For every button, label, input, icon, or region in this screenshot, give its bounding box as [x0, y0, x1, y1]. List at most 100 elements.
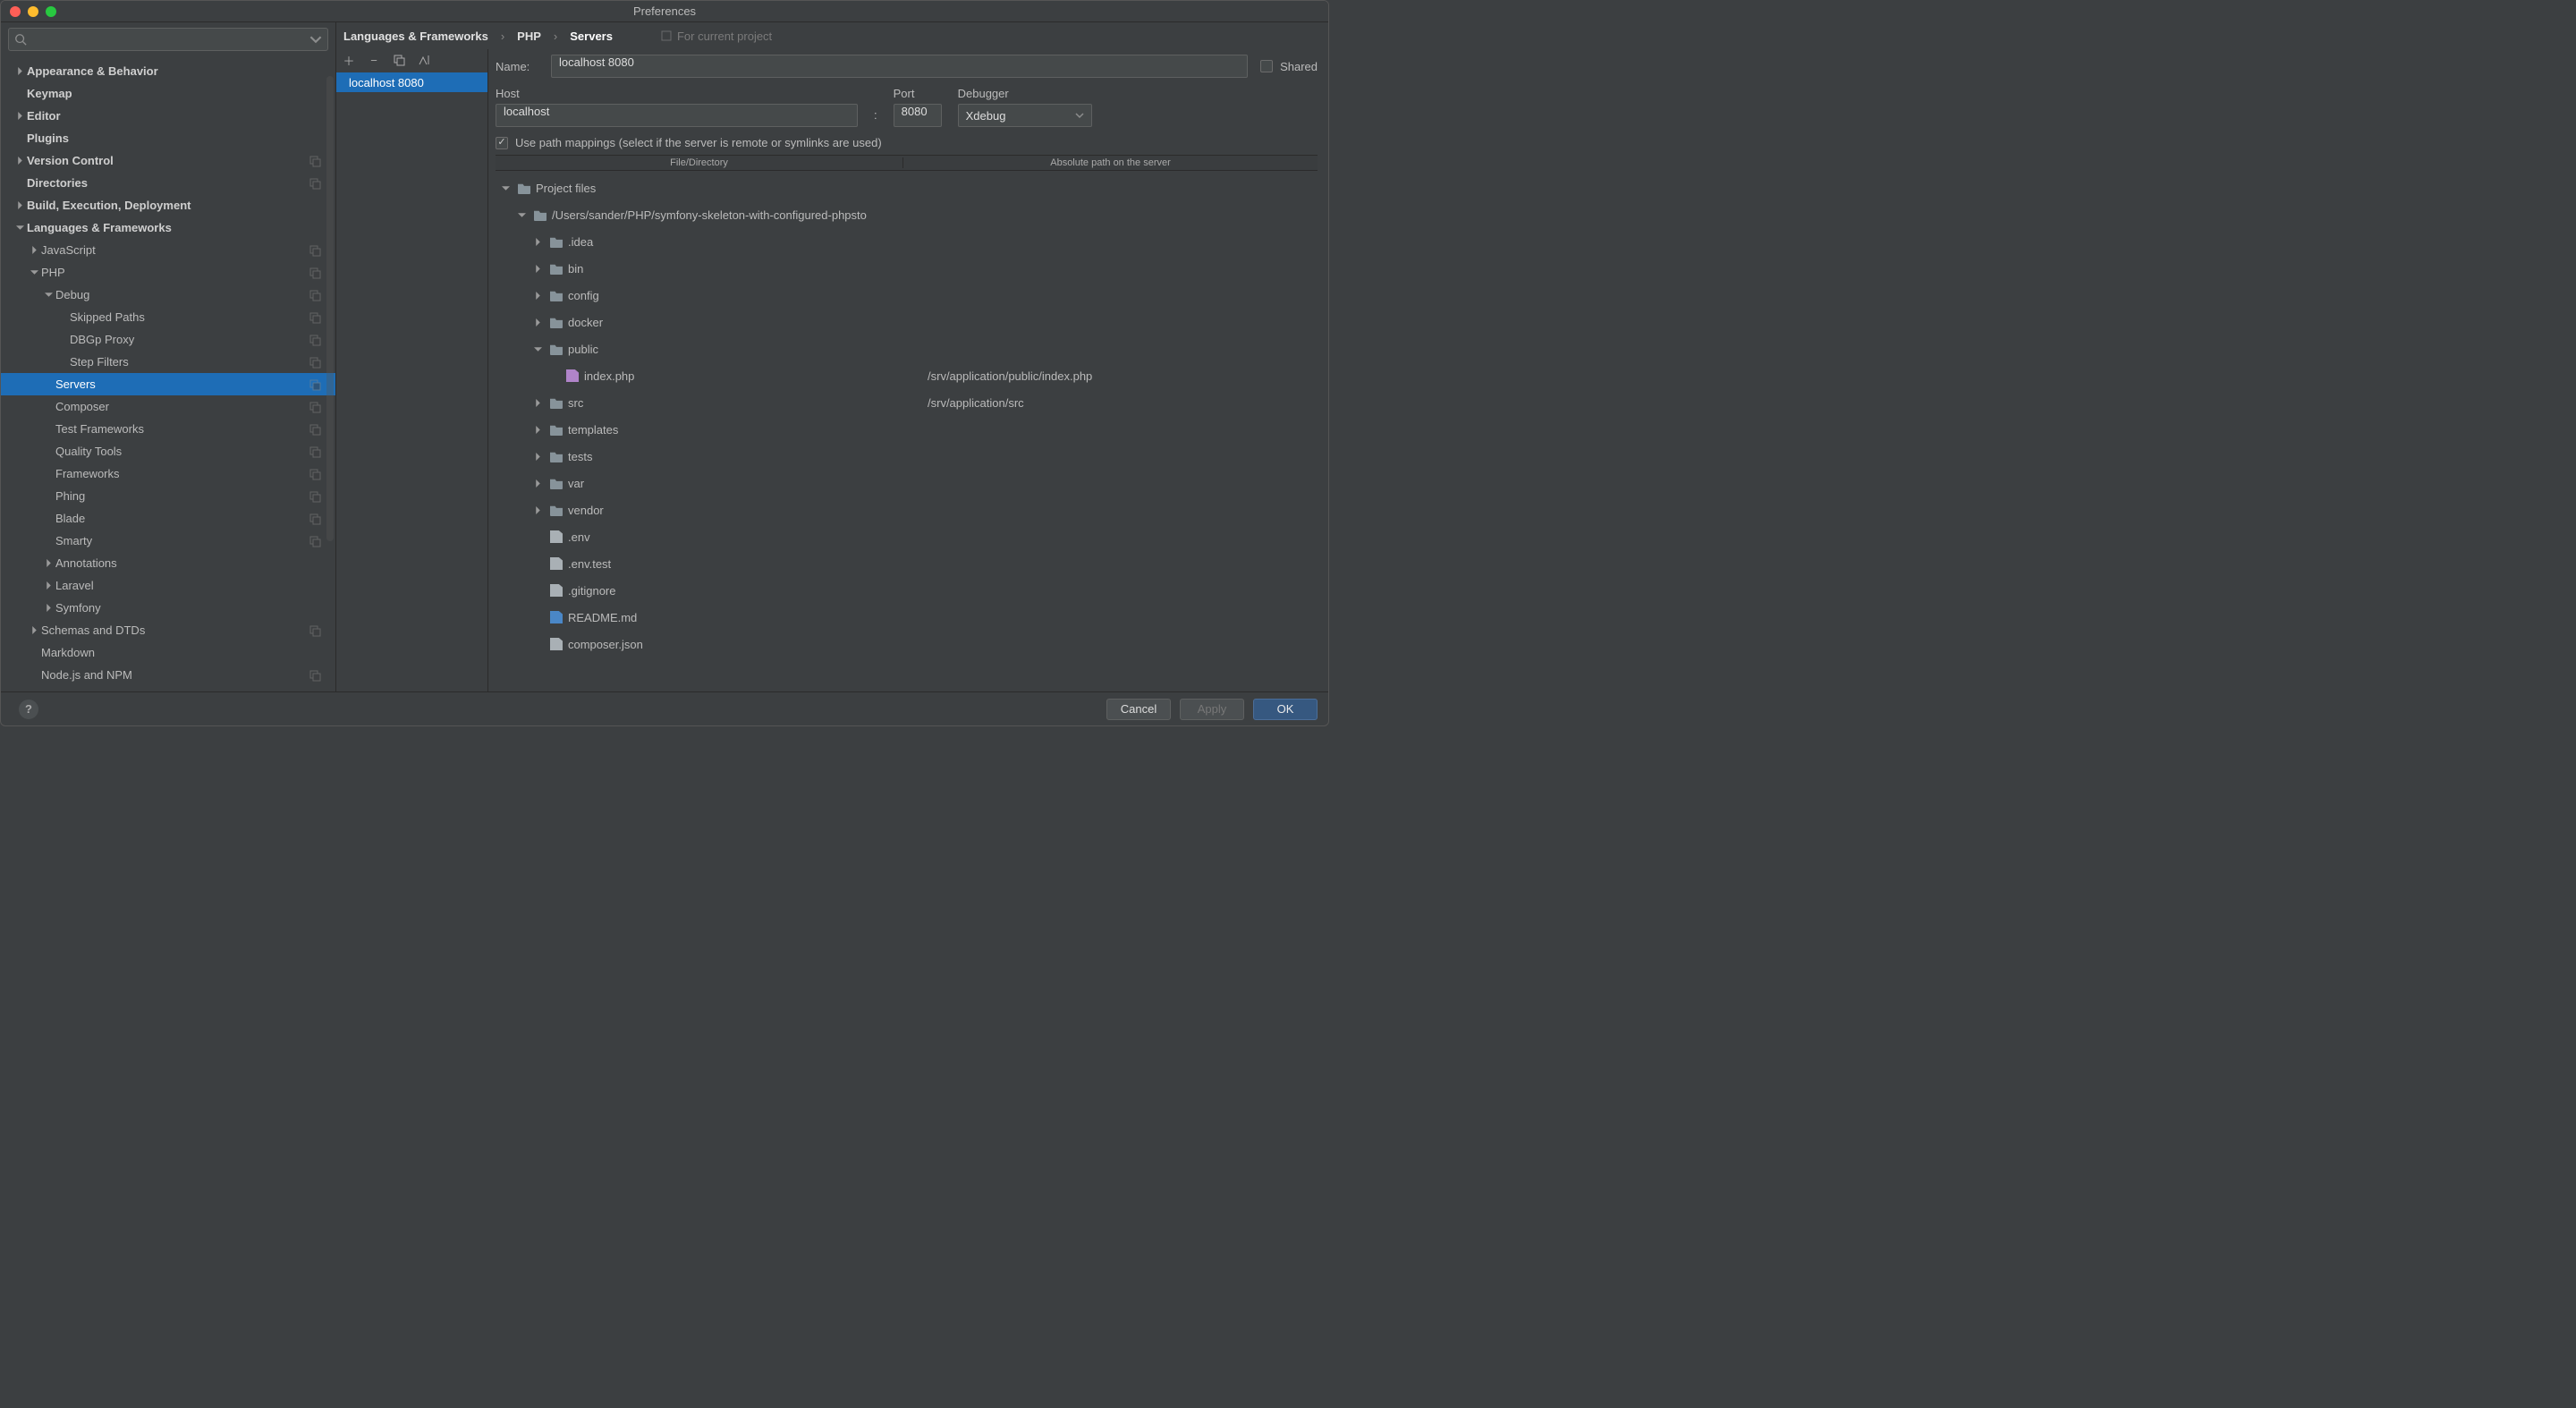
chevron-right-icon [533, 237, 542, 246]
project-scope-icon [309, 311, 321, 324]
sidebar-item[interactable]: Quality Tools [1, 440, 335, 462]
path-tree-row[interactable]: config [496, 282, 1318, 309]
path-tree-row[interactable]: composer.json [496, 631, 1318, 657]
sidebar-item-label: Test Frameworks [55, 422, 144, 436]
sidebar-item[interactable]: ReStructured Text [1, 686, 335, 691]
sidebar-item[interactable]: Debug [1, 284, 335, 306]
sidebar-item-label: Annotations [55, 556, 117, 570]
sidebar-item[interactable]: Keymap [1, 82, 335, 105]
sidebar-item[interactable]: Symfony [1, 597, 335, 619]
sidebar-item[interactable]: Markdown [1, 641, 335, 664]
sidebar-item-label: Directories [27, 176, 88, 190]
port-input[interactable]: 8080 [894, 104, 942, 127]
chevron-down-icon [309, 33, 322, 46]
sidebar-item[interactable]: Build, Execution, Deployment [1, 194, 335, 216]
sidebar-item[interactable]: Step Filters [1, 351, 335, 373]
sidebar-item[interactable]: Directories [1, 172, 335, 194]
path-tree-row[interactable]: src/srv/application/src [496, 389, 1318, 416]
sidebar-item-label: PHP [41, 266, 65, 279]
sidebar-item[interactable]: Skipped Paths [1, 306, 335, 328]
sidebar-item[interactable]: Editor [1, 105, 335, 127]
sidebar-item[interactable]: Version Control [1, 149, 335, 172]
path-tree-row[interactable]: /Users/sander/PHP/symfony-skeleton-with-… [496, 201, 1318, 228]
settings-tree[interactable]: Appearance & Behavior Keymap EditorPlugins… [1, 56, 335, 691]
arrow-spacer [30, 671, 38, 680]
help-button[interactable]: ? [19, 700, 38, 719]
path-tree-row[interactable]: vendor [496, 496, 1318, 523]
sidebar-item-label: Languages & Frameworks [27, 221, 172, 234]
project-scope-icon [309, 356, 321, 369]
path-mappings-tree[interactable]: Project files/Users/sander/PHP/symfony-s… [496, 171, 1318, 691]
path-tree-row[interactable]: templates [496, 416, 1318, 443]
path-tree-row[interactable]: .idea [496, 228, 1318, 255]
path-tree-row[interactable]: docker [496, 309, 1318, 335]
path-mapping-value[interactable]: /srv/application/public/index.php [924, 369, 1318, 383]
sidebar-item[interactable]: Laravel [1, 574, 335, 597]
path-mapping-value[interactable]: /srv/application/src [924, 396, 1318, 410]
arrow-spacer [549, 371, 558, 380]
path-tree-row[interactable]: index.php/srv/application/public/index.p… [496, 362, 1318, 389]
sidebar-item[interactable]: PHP [1, 261, 335, 284]
ok-button[interactable]: OK [1253, 699, 1318, 720]
server-item[interactable]: localhost 8080 [336, 72, 487, 92]
sidebar-item[interactable]: Test Frameworks [1, 418, 335, 440]
remove-button[interactable]: − [367, 53, 381, 67]
sidebar-item[interactable]: Appearance & Behavior [1, 60, 335, 82]
shared-checkbox[interactable] [1260, 60, 1273, 72]
path-tree-row[interactable]: Project files [496, 174, 1318, 201]
crumb-2: Servers [570, 30, 613, 43]
path-tree-label: /Users/sander/PHP/symfony-skeleton-with-… [552, 208, 867, 222]
project-scope-icon [309, 378, 321, 391]
sidebar-item[interactable]: Smarty [1, 530, 335, 552]
markdown-file-icon [550, 611, 563, 623]
sidebar-item[interactable]: JavaScript [1, 239, 335, 261]
debugger-select[interactable]: Xdebug [958, 104, 1092, 127]
sidebar-item[interactable]: Phing [1, 485, 335, 507]
apply-button[interactable]: Apply [1180, 699, 1244, 720]
sidebar-item-label: Symfony [55, 601, 101, 615]
chevron-down-icon [30, 268, 38, 277]
import-button[interactable] [417, 53, 431, 67]
folder-icon [550, 343, 563, 355]
arrow-spacer [44, 447, 53, 456]
sidebar-item[interactable]: Annotations [1, 552, 335, 574]
path-tree-row[interactable]: var [496, 470, 1318, 496]
titlebar: Preferences [1, 1, 1328, 22]
project-scope-icon [309, 155, 321, 167]
add-button[interactable]: ＋ [342, 53, 356, 67]
sidebar-item[interactable]: Composer [1, 395, 335, 418]
arrow-spacer [44, 492, 53, 501]
arrow-spacer [533, 586, 542, 595]
path-tree-label: templates [568, 423, 618, 437]
path-tree-row[interactable]: tests [496, 443, 1318, 470]
sidebar-item-label: Keymap [27, 87, 72, 100]
host-label: Host [496, 87, 858, 100]
path-tree-row[interactable]: .env.test [496, 550, 1318, 577]
path-tree-row[interactable]: public [496, 335, 1318, 362]
use-path-mappings-checkbox[interactable] [496, 137, 508, 149]
crumb-1[interactable]: PHP [517, 30, 541, 43]
crumb-0[interactable]: Languages & Frameworks [343, 30, 488, 43]
sidebar-item[interactable]: Servers [1, 373, 335, 395]
sidebar-item[interactable]: DBGp Proxy [1, 328, 335, 351]
chevron-down-icon [517, 210, 526, 219]
sidebar-item[interactable]: Languages & Frameworks [1, 216, 335, 239]
folder-icon [518, 182, 530, 194]
sidebar-item[interactable]: Frameworks [1, 462, 335, 485]
name-input[interactable]: localhost 8080 [551, 55, 1248, 78]
arrow-spacer [30, 649, 38, 657]
sidebar-item[interactable]: Node.js and NPM [1, 664, 335, 686]
path-tree-label: .env [568, 530, 590, 544]
sidebar-item[interactable]: Blade [1, 507, 335, 530]
search-input[interactable] [8, 28, 328, 51]
cancel-button[interactable]: Cancel [1106, 699, 1171, 720]
sidebar-item[interactable]: Schemas and DTDs [1, 619, 335, 641]
path-tree-row[interactable]: bin [496, 255, 1318, 282]
host-input[interactable]: localhost [496, 104, 858, 127]
path-tree-row[interactable]: README.md [496, 604, 1318, 631]
copy-button[interactable] [392, 53, 406, 67]
sidebar-item[interactable]: Plugins [1, 127, 335, 149]
path-tree-row[interactable]: .gitignore [496, 577, 1318, 604]
path-tree-row[interactable]: .env [496, 523, 1318, 550]
project-scope-icon [309, 535, 321, 547]
